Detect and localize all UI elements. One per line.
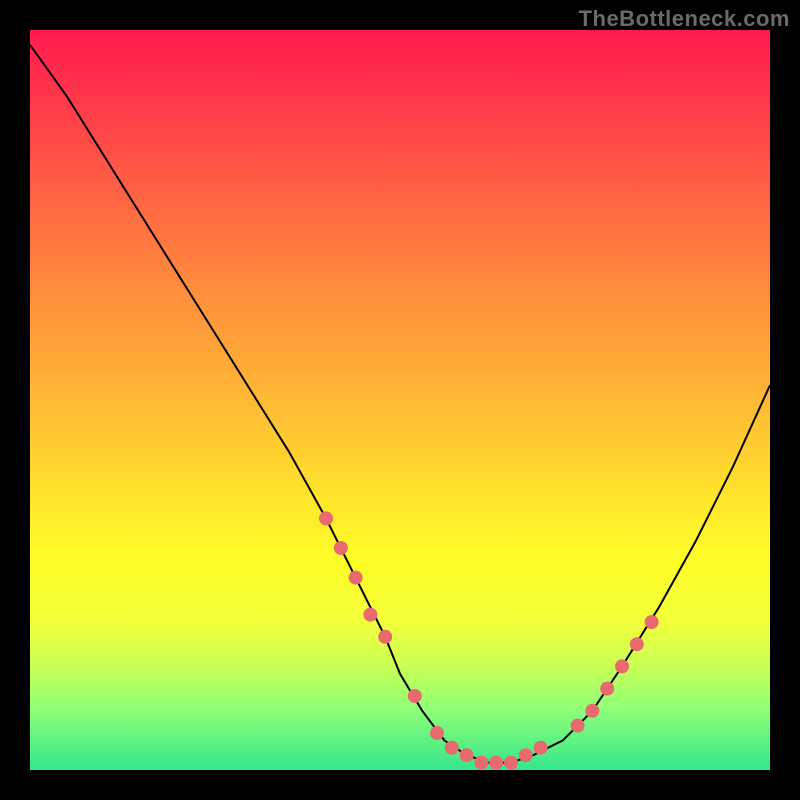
curve-marker	[504, 756, 518, 770]
curve-marker	[600, 682, 614, 696]
curve-marker	[645, 615, 659, 629]
curve-marker	[534, 741, 548, 755]
curve-marker	[474, 756, 488, 770]
bottleneck-curve	[30, 45, 770, 763]
curve-marker	[519, 748, 533, 762]
curve-marker	[615, 659, 629, 673]
curve-marker	[363, 608, 377, 622]
curve-marker	[585, 704, 599, 718]
plot-area	[30, 30, 770, 770]
curve-marker	[430, 726, 444, 740]
curve-marker	[349, 571, 363, 585]
watermark-text: TheBottleneck.com	[579, 6, 790, 32]
curve-marker	[460, 748, 474, 762]
curve-marker	[445, 741, 459, 755]
curve-marker	[408, 689, 422, 703]
curve-marker	[489, 756, 503, 770]
curve-marker	[378, 630, 392, 644]
chart-frame: TheBottleneck.com	[0, 0, 800, 800]
curve-marker	[334, 541, 348, 555]
curve-marker	[571, 719, 585, 733]
curve-marker	[630, 637, 644, 651]
curve-markers	[319, 511, 659, 769]
curve-layer	[30, 30, 770, 770]
curve-marker	[319, 511, 333, 525]
